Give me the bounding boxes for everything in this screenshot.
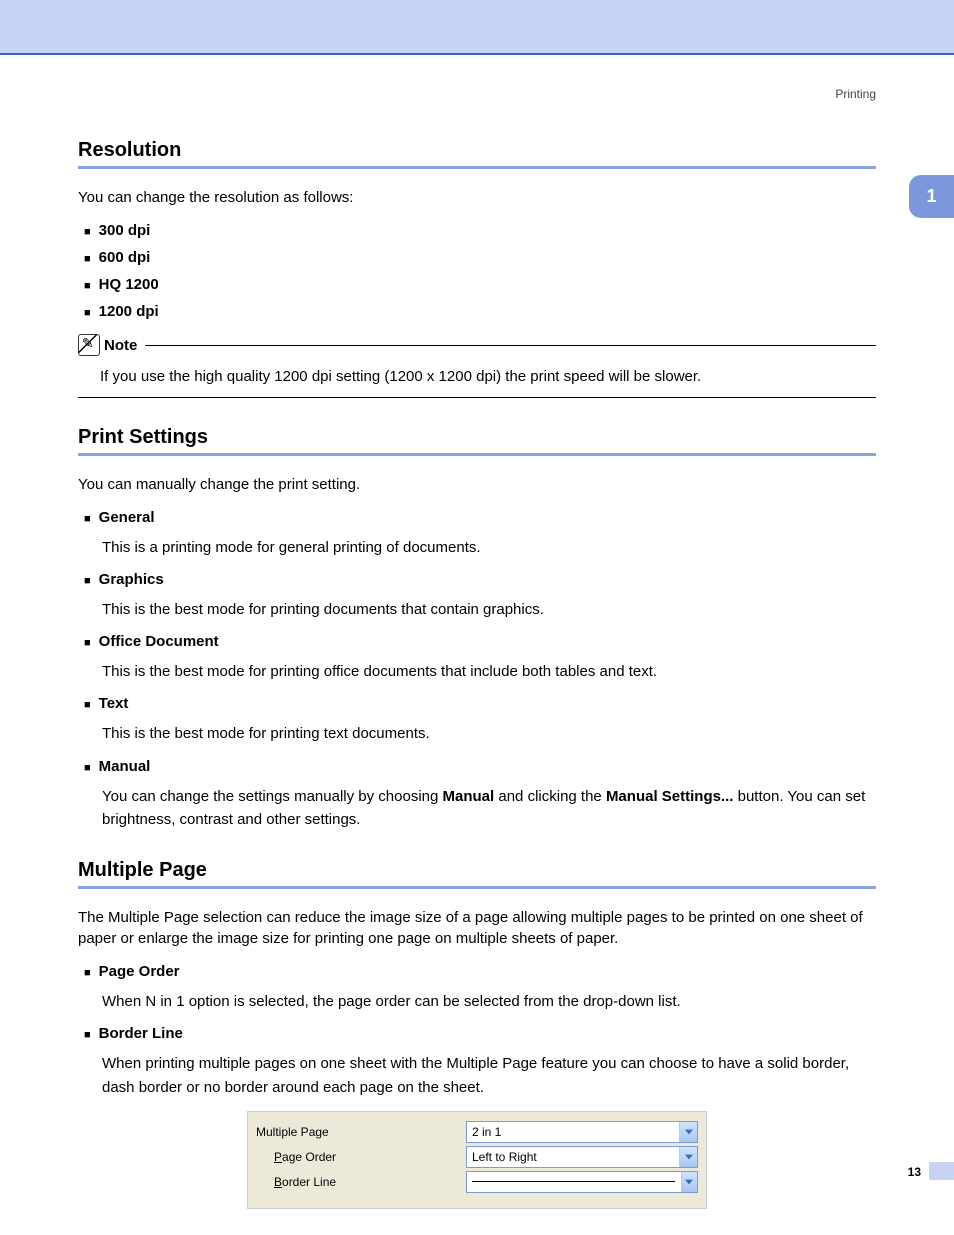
list-item: ■ 600 dpi xyxy=(78,249,876,266)
settings-row: Multiple Page 2 in 1 xyxy=(256,1121,698,1143)
bullet-icon: ■ xyxy=(84,513,91,525)
settings-row: Page Order Left to Right xyxy=(256,1146,698,1168)
resolution-intro: You can change the resolution as follows… xyxy=(78,187,876,208)
bullet-label: Manual xyxy=(99,758,151,775)
dropdown-value: 2 in 1 xyxy=(472,1125,501,1139)
chevron-down-icon[interactable] xyxy=(679,1147,697,1167)
bullet-description: You can change the settings manually by … xyxy=(102,785,876,832)
section-multiple-page: Multiple Page The Multiple Page selectio… xyxy=(78,859,876,1209)
section-resolution: Resolution You can change the resolution… xyxy=(78,139,876,398)
list-item: ■ 300 dpi xyxy=(78,222,876,239)
bullet-description: This is a printing mode for general prin… xyxy=(102,536,876,559)
bullet-icon: ■ xyxy=(84,762,91,774)
bullet-description: This is the best mode for printing text … xyxy=(102,722,876,745)
note-icon xyxy=(78,334,100,356)
note-rule-top xyxy=(145,345,876,346)
dropdown[interactable] xyxy=(466,1171,698,1193)
page-number-tab xyxy=(929,1162,954,1180)
bullet-description: This is the best mode for printing offic… xyxy=(102,660,876,683)
bullet-description: When printing multiple pages on one shee… xyxy=(102,1052,876,1099)
settings-label: Page Order xyxy=(256,1150,466,1164)
bullet-label: General xyxy=(99,509,155,526)
heading-print-settings: Print Settings xyxy=(78,426,876,456)
note-block: Note If you use the high quality 1200 dp… xyxy=(78,334,876,398)
bullet-icon: ■ xyxy=(84,280,91,292)
top-banner xyxy=(0,0,954,55)
bullet-icon: ■ xyxy=(84,307,91,319)
note-title: Note xyxy=(104,337,137,354)
bullet-label: HQ 1200 xyxy=(99,276,159,293)
bullet-label: 600 dpi xyxy=(99,249,151,266)
list-item: ■ Page Order xyxy=(78,963,876,980)
bullet-description: This is the best mode for printing docum… xyxy=(102,598,876,621)
bullet-label: Border Line xyxy=(99,1025,183,1042)
bullet-icon: ■ xyxy=(84,699,91,711)
bullet-label: Graphics xyxy=(99,571,164,588)
multiple-page-intro: The Multiple Page selection can reduce t… xyxy=(78,907,876,949)
settings-label: Border Line xyxy=(256,1175,466,1189)
page-number: 13 xyxy=(908,1165,921,1179)
list-item: ■ General xyxy=(78,509,876,526)
settings-row: Border Line xyxy=(256,1171,698,1193)
bullet-icon: ■ xyxy=(84,1029,91,1041)
list-item: ■ Border Line xyxy=(78,1025,876,1042)
section-print-settings: Print Settings You can manually change t… xyxy=(78,426,876,832)
page-content: Resolution You can change the resolution… xyxy=(0,101,954,1209)
settings-label: Multiple Page xyxy=(256,1125,466,1139)
chevron-down-icon[interactable] xyxy=(679,1122,697,1142)
settings-panel-screenshot: Multiple Page 2 in 1 Page Order Left to Rig… xyxy=(247,1111,707,1209)
running-header: Printing xyxy=(0,55,954,101)
bullet-description: When N in 1 option is selected, the page… xyxy=(102,990,876,1013)
bullet-icon: ■ xyxy=(84,226,91,238)
dropdown[interactable]: Left to Right xyxy=(466,1146,698,1168)
note-text: If you use the high quality 1200 dpi set… xyxy=(78,356,876,397)
list-item: ■ Graphics xyxy=(78,571,876,588)
bullet-label: 300 dpi xyxy=(99,222,151,239)
bullet-icon: ■ xyxy=(84,253,91,265)
bullet-icon: ■ xyxy=(84,575,91,587)
bullet-label: 1200 dpi xyxy=(99,303,159,320)
bullet-label: Text xyxy=(99,695,129,712)
list-item: ■ Manual xyxy=(78,758,876,775)
chapter-tab: 1 xyxy=(909,175,954,218)
bullet-label: Office Document xyxy=(99,633,219,650)
list-item: ■ Text xyxy=(78,695,876,712)
list-item: ■ Office Document xyxy=(78,633,876,650)
bullet-icon: ■ xyxy=(84,637,91,649)
bullet-icon: ■ xyxy=(84,967,91,979)
dropdown-value: Left to Right xyxy=(472,1150,537,1164)
dropdown[interactable]: 2 in 1 xyxy=(466,1121,698,1143)
list-item: ■ 1200 dpi xyxy=(78,303,876,320)
note-rule-bottom xyxy=(78,397,876,398)
list-item: ■ HQ 1200 xyxy=(78,276,876,293)
chevron-down-icon[interactable] xyxy=(681,1172,697,1192)
dropdown-value xyxy=(472,1181,675,1182)
bullet-label: Page Order xyxy=(99,963,180,980)
heading-multiple-page: Multiple Page xyxy=(78,859,876,889)
print-settings-intro: You can manually change the print settin… xyxy=(78,474,876,495)
heading-resolution: Resolution xyxy=(78,139,876,169)
